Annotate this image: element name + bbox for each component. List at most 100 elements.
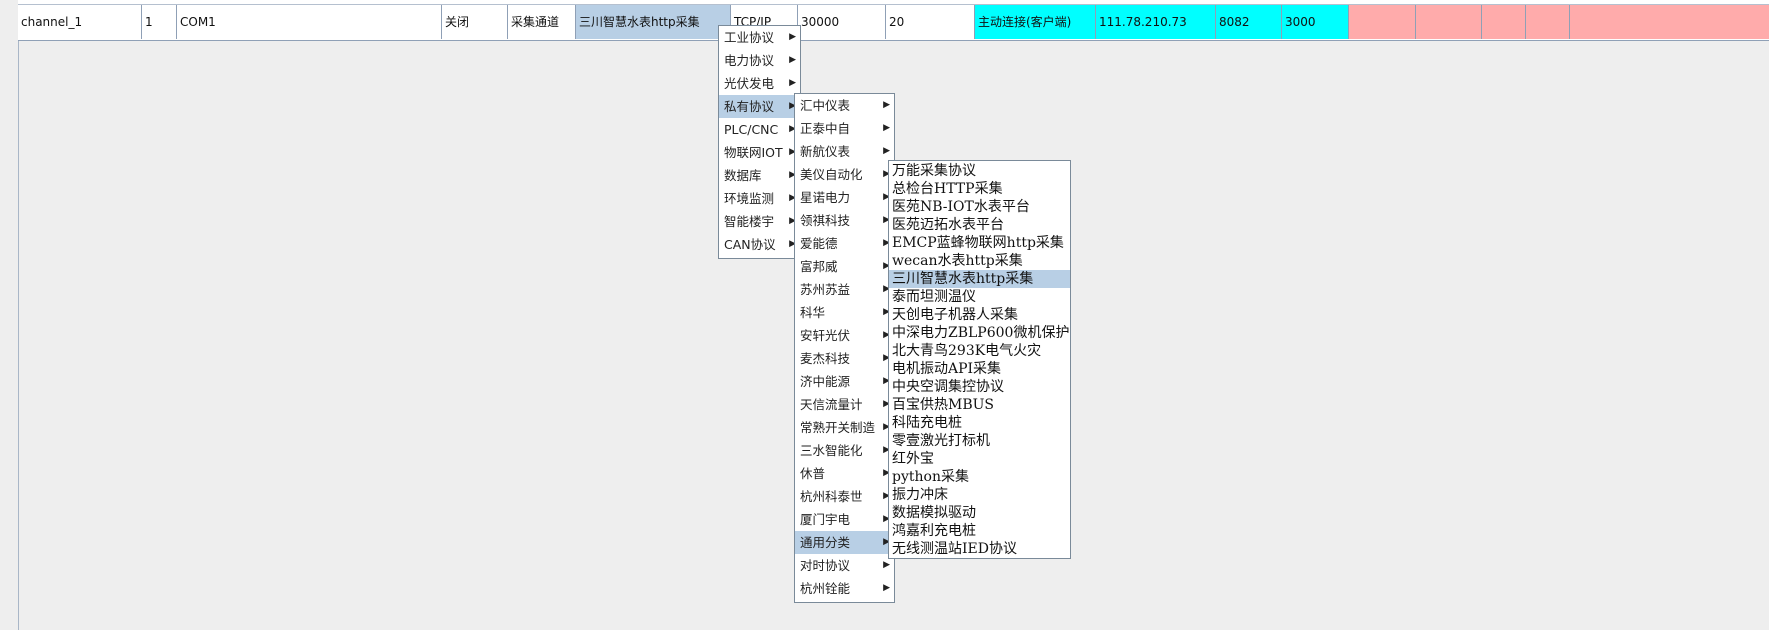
menu-item-label: 私有协议 <box>724 99 775 114</box>
chevron-right-icon: ▶ <box>789 78 796 88</box>
menu-item-label: 物联网IOT <box>724 145 783 160</box>
menu-item[interactable]: 天信流量计 ▶ <box>795 393 894 416</box>
menu-item-label: 富邦威 <box>800 259 838 274</box>
menu-item[interactable]: 电机振动API采集 <box>889 360 1070 378</box>
menu-item[interactable]: PLC/CNC ▶ <box>719 118 800 141</box>
menu-item-label: EMCP蓝蜂物联网http采集 <box>892 235 1064 251</box>
menu-item[interactable]: 工业协议 ▶ <box>719 26 800 49</box>
menu-item[interactable]: 科陆充电桩 <box>889 414 1070 432</box>
menu-item[interactable]: 鸿嘉利充电桩 <box>889 522 1070 540</box>
menu-item[interactable]: 万能采集协议 <box>889 162 1070 180</box>
menu-item-label: 光伏发电 <box>724 76 775 91</box>
cell-empty[interactable] <box>1416 5 1482 39</box>
cell-connect-mode[interactable]: 主动连接(客户端) <box>975 5 1096 39</box>
menu-item[interactable]: 科华 ▶ <box>795 301 894 324</box>
cell-empty[interactable] <box>1570 5 1769 39</box>
menu-item[interactable]: 领祺科技 ▶ <box>795 209 894 232</box>
menu-item[interactable]: CAN协议 ▶ <box>719 233 800 256</box>
menu-item-label: 汇中仪表 <box>800 98 851 113</box>
cell-retry[interactable]: 20 <box>886 5 975 39</box>
menu-item[interactable]: 智能楼宇 ▶ <box>719 210 800 233</box>
menu-item[interactable]: 三川智慧水表http采集 <box>889 270 1070 288</box>
menu-item-label: 济中能源 <box>800 374 851 389</box>
chevron-right-icon: ▶ <box>883 123 890 133</box>
menu-item-label: 红外宝 <box>892 451 934 467</box>
menu-item[interactable]: 济中能源 ▶ <box>795 370 894 393</box>
menu-item-label: 泰而坦测温仪 <box>892 289 976 305</box>
menu-item[interactable]: 环境监测 ▶ <box>719 187 800 210</box>
menu-item[interactable]: 汇中仪表 ▶ <box>795 94 894 117</box>
menu-item[interactable]: wecan水表http采集 <box>889 252 1070 270</box>
cell-ip-address[interactable]: 111.78.210.73 <box>1096 5 1216 39</box>
cell-timeout[interactable]: 30000 <box>798 5 886 39</box>
menu-item[interactable]: 数据模拟驱动 <box>889 504 1070 522</box>
menu-item-label: 天创电子机器人采集 <box>892 307 1018 323</box>
cell-port[interactable]: COM1 <box>177 5 442 39</box>
menu-item[interactable]: 星诺电力 ▶ <box>795 186 894 209</box>
menu-item[interactable]: 休普 ▶ <box>795 462 894 485</box>
cell-state[interactable]: 关闭 <box>442 5 508 39</box>
menu-item[interactable]: python采集 <box>889 468 1070 486</box>
menu-item-label: 百宝供热MBUS <box>892 397 995 413</box>
menu-item-label: 万能采集协议 <box>892 163 976 179</box>
menu-item[interactable]: 物联网IOT ▶ <box>719 141 800 164</box>
menu-item-label: 电机振动API采集 <box>892 361 1002 377</box>
menu-item-label: 天信流量计 <box>800 397 863 412</box>
menu-item[interactable]: 光伏发电 ▶ <box>719 72 800 95</box>
menu-item-label: 数据模拟驱动 <box>892 505 976 521</box>
menu-item[interactable]: 常熟开关制造 ▶ <box>795 416 894 439</box>
menu-item[interactable]: 泰而坦测温仪 <box>889 288 1070 306</box>
cell-empty[interactable] <box>1482 5 1526 39</box>
menu-item[interactable]: 振力冲床 <box>889 486 1070 504</box>
menu-item[interactable]: 对时协议 ▶ <box>795 554 894 577</box>
menu-item-label: 杭州铨能 <box>800 581 851 596</box>
menu-item-label: 工业协议 <box>724 30 775 45</box>
menu-item-label: 环境监测 <box>724 191 775 206</box>
menu-item[interactable]: 安轩光伏 ▶ <box>795 324 894 347</box>
menu-item[interactable]: EMCP蓝蜂物联网http采集 <box>889 234 1070 252</box>
cell-empty[interactable] <box>1526 5 1570 39</box>
menu-item[interactable]: 苏州苏益 ▶ <box>795 278 894 301</box>
menu-item[interactable]: 厦门宇电 ▶ <box>795 508 894 531</box>
menu-item[interactable]: 红外宝 <box>889 450 1070 468</box>
menu-item[interactable]: 富邦威 ▶ <box>795 255 894 278</box>
menu-item[interactable]: 正泰中自 ▶ <box>795 117 894 140</box>
chevron-right-icon: ▶ <box>789 55 796 65</box>
menu-item-label: wecan水表http采集 <box>892 253 1023 269</box>
menu-item-label: 零壹激光打标机 <box>892 433 990 449</box>
menu-item[interactable]: 零壹激光打标机 <box>889 432 1070 450</box>
menu-item[interactable]: 医苑迈拓水表平台 <box>889 216 1070 234</box>
cell-remote-port[interactable]: 8082 <box>1216 5 1282 39</box>
cell-channel-index[interactable]: 1 <box>142 5 177 39</box>
menu-item[interactable]: 杭州铨能 ▶ <box>795 577 894 600</box>
menu-item[interactable]: 中央空调集控协议 <box>889 378 1070 396</box>
menu-item[interactable]: 私有协议 ▶ <box>719 95 800 118</box>
menu-item[interactable]: 总检台HTTP采集 <box>889 180 1070 198</box>
menu-item[interactable]: 百宝供热MBUS <box>889 396 1070 414</box>
menu-item[interactable]: 麦杰科技 ▶ <box>795 347 894 370</box>
menu-item[interactable]: 电力协议 ▶ <box>719 49 800 72</box>
cell-interval[interactable]: 3000 <box>1282 5 1349 39</box>
menu-item[interactable]: 数据库 ▶ <box>719 164 800 187</box>
cell-empty[interactable] <box>1349 5 1416 39</box>
menu-item-label: 无线测温站IED协议 <box>892 541 1017 557</box>
left-border <box>18 0 19 630</box>
cell-channel-type[interactable]: 采集通道 <box>508 5 576 39</box>
menu-item[interactable]: 新航仪表 ▶ <box>795 140 894 163</box>
application-window: channel_1 1 COM1 关闭 采集通道 三川智慧水表http采集 TC… <box>0 0 1769 630</box>
menu-item[interactable]: 天创电子机器人采集 <box>889 306 1070 324</box>
menu-item[interactable]: 北大青鸟293K电气火灾 <box>889 342 1070 360</box>
vendor-submenu: 汇中仪表 ▶ 正泰中自 ▶ 新航仪表 ▶ 美仪自动化 ▶ 星诺电力 ▶ 领祺科技 ▶ 爱能德 ▶ 富邦威 ▶ 苏… <box>794 93 895 603</box>
menu-item-label: 三川智慧水表http采集 <box>892 271 1034 287</box>
menu-item[interactable]: 医苑NB-IOT水表平台 <box>889 198 1070 216</box>
menu-item[interactable]: 爱能德 ▶ <box>795 232 894 255</box>
menu-item[interactable]: 美仪自动化 ▶ <box>795 163 894 186</box>
cell-channel-name[interactable]: channel_1 <box>18 5 142 39</box>
menu-item[interactable]: 杭州科泰世 ▶ <box>795 485 894 508</box>
menu-item[interactable]: 三水智能化 ▶ <box>795 439 894 462</box>
cell-protocol[interactable]: 三川智慧水表http采集 <box>576 5 731 39</box>
menu-item[interactable]: 中深电力ZBLP600微机保护 <box>889 324 1070 342</box>
menu-item[interactable]: 无线测温站IED协议 <box>889 540 1070 558</box>
menu-item-label: 鸿嘉利充电桩 <box>892 523 976 539</box>
menu-item[interactable]: 通用分类 ▶ <box>795 531 894 554</box>
